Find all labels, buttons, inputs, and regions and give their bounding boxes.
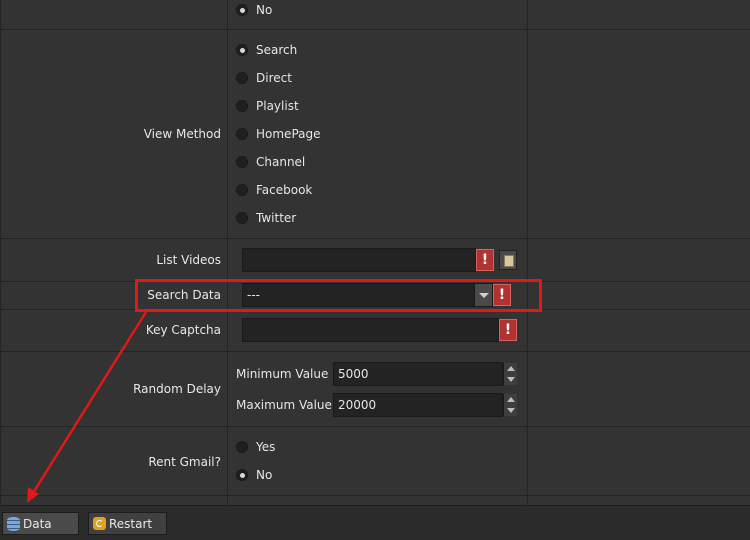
radio-label: Channel — [256, 155, 306, 169]
radio-direct[interactable]: Direct — [236, 70, 292, 86]
radio-label: Twitter — [256, 211, 297, 225]
list-videos-input[interactable] — [242, 248, 476, 272]
restart-icon — [93, 517, 106, 530]
max-value-label: Maximum Value — [236, 398, 332, 412]
row-key-captcha: Key Captcha ! — [0, 310, 750, 352]
max-value-input[interactable]: 20000 — [333, 393, 503, 417]
radio-label: Facebook — [256, 183, 313, 197]
min-value-label: Minimum Value — [236, 367, 329, 381]
row-top-option: No — [0, 0, 750, 30]
min-value-input[interactable]: 5000 — [333, 362, 503, 386]
radio-facebook[interactable]: Facebook — [236, 182, 312, 198]
bottom-toolbar: Data Restart — [0, 505, 750, 540]
radio-label: Playlist — [256, 99, 299, 113]
arrow-down-icon — [507, 408, 515, 413]
settings-grid: No View Method Search Direct Playlist Ho… — [0, 0, 750, 505]
error-icon: ! — [476, 249, 494, 271]
row-rent-gmail: Rent Gmail? Yes No — [0, 427, 750, 496]
radio-label: Yes — [256, 440, 276, 454]
radio-dot-icon — [236, 100, 248, 112]
error-icon: ! — [499, 319, 517, 341]
list-videos-label: List Videos — [156, 253, 221, 267]
restart-button-label: Restart — [109, 516, 153, 531]
row-list-videos: List Videos ! — [0, 239, 750, 282]
radio-channel[interactable]: Channel — [236, 154, 305, 170]
max-value-stepper[interactable] — [503, 394, 517, 416]
radio-label: HomePage — [256, 127, 321, 141]
radio-label: Search — [256, 43, 298, 57]
arrow-up-icon — [507, 366, 515, 371]
row-view-method: View Method Search Direct Playlist HomeP… — [0, 30, 750, 239]
radio-no-top[interactable]: No — [236, 2, 272, 18]
radio-dot-icon — [236, 212, 248, 224]
radio-dot-icon — [236, 4, 248, 16]
database-icon — [7, 516, 20, 531]
radio-yes[interactable]: Yes — [236, 439, 275, 455]
data-button-label: Data — [23, 516, 52, 531]
radio-no[interactable]: No — [236, 467, 272, 483]
radio-dot-icon — [236, 156, 248, 168]
key-captcha-label: Key Captcha — [145, 323, 221, 337]
radio-label: No — [256, 468, 273, 482]
radio-homepage[interactable]: HomePage — [236, 126, 321, 142]
radio-dot-icon — [236, 469, 248, 481]
rent-gmail-label: Rent Gmail? — [148, 455, 221, 469]
arrow-up-icon — [507, 397, 515, 402]
view-method-label: View Method — [143, 127, 221, 141]
radio-dot-icon — [236, 128, 248, 140]
restart-button[interactable]: Restart — [88, 512, 167, 535]
radio-search[interactable]: Search — [236, 42, 297, 58]
arrow-down-icon — [507, 377, 515, 382]
min-value-stepper[interactable] — [503, 363, 517, 385]
row-random-delay: Random Delay Minimum Value 5000 Maximum … — [0, 352, 750, 427]
annotation-highlight-box — [135, 279, 542, 312]
key-captcha-input[interactable] — [242, 318, 499, 342]
random-delay-label: Random Delay — [133, 382, 221, 396]
radio-label: Direct — [256, 71, 292, 85]
radio-dot-icon — [236, 441, 248, 453]
radio-playlist[interactable]: Playlist — [236, 98, 299, 114]
folder-browse-icon[interactable] — [499, 250, 517, 270]
radio-label: No — [256, 3, 273, 17]
data-button[interactable]: Data — [2, 512, 79, 535]
radio-dot-icon — [236, 72, 248, 84]
radio-dot-icon — [236, 184, 248, 196]
radio-twitter[interactable]: Twitter — [236, 210, 296, 226]
radio-dot-icon — [236, 44, 248, 56]
